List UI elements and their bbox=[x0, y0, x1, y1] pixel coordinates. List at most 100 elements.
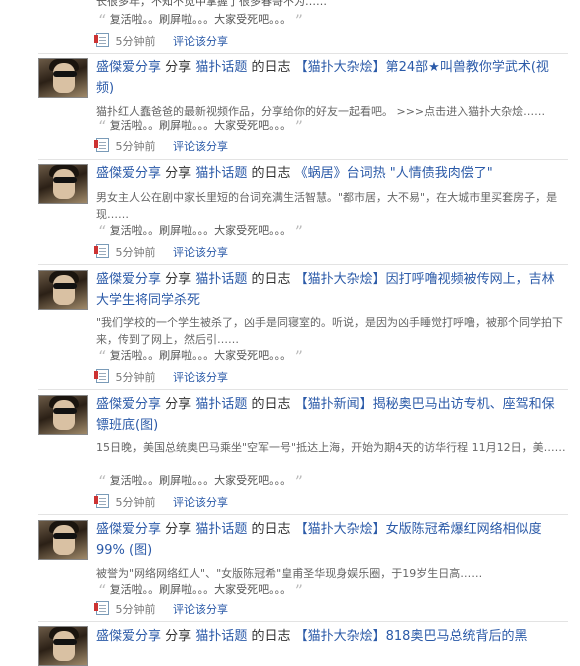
user-link[interactable]: 盛傑爱分享 bbox=[96, 60, 161, 75]
divider bbox=[38, 514, 568, 515]
divider bbox=[38, 159, 568, 160]
of-text: 的日志 bbox=[251, 397, 291, 412]
quote-open-icon: “ bbox=[98, 472, 107, 491]
item-desc: 被誉为"网络网络红人"、"女版陈冠希"皇甫圣华现身娱乐圈，于19岁生日高…… bbox=[96, 567, 483, 580]
note-icon bbox=[94, 33, 109, 47]
divider bbox=[38, 389, 568, 390]
note-icon bbox=[94, 601, 109, 615]
quote-open-icon: “ bbox=[98, 11, 107, 30]
comment-share-link[interactable]: 评论该分享 bbox=[173, 603, 228, 616]
of-text: 的日志 bbox=[251, 166, 291, 181]
item-desc: 15日晚，美国总统奥巴马乘坐"空军一号"抵达上海，开始为期4天的访华行程 11月… bbox=[96, 441, 566, 454]
note-icon bbox=[94, 138, 109, 152]
source-link[interactable]: 猫扑话题 bbox=[195, 166, 247, 181]
action-text: 分享 bbox=[165, 166, 192, 181]
divider bbox=[38, 264, 568, 265]
of-text: 的日志 bbox=[251, 522, 291, 537]
item-comment: “ 复活啦。。刷屏啦。。。大家受死吧。。。 ” bbox=[98, 117, 558, 136]
quote-close-icon: ” bbox=[294, 472, 303, 491]
of-text: 的日志 bbox=[251, 60, 291, 75]
item-title-line: 盛傑爱分享 分享 猫扑话题 的日志 【猫扑新闻】揭秘奥巴马出访专机、座驾和保镖班… bbox=[96, 394, 566, 436]
action-text: 分享 bbox=[165, 629, 192, 644]
comment-text: 复活啦。。刷屏啦。。。大家受死吧。。。 bbox=[109, 119, 292, 132]
source-link[interactable]: 猫扑话题 bbox=[195, 60, 247, 75]
item-comment: “ 复活啦。。刷屏啦。。。大家受死吧。。。 ” bbox=[98, 222, 558, 241]
avatar[interactable] bbox=[38, 58, 88, 98]
quote-close-icon: ” bbox=[294, 117, 303, 136]
previous-item-comment: “ 复活啦。。刷屏啦。。。大家受死吧。。。 ” bbox=[98, 11, 558, 30]
comment-text: 复活啦。。刷屏啦。。。大家受死吧。。。 bbox=[109, 474, 292, 487]
quote-close-icon: ” bbox=[294, 222, 303, 241]
quote-open-icon: “ bbox=[98, 222, 107, 241]
comment-share-link[interactable]: 评论该分享 bbox=[173, 140, 228, 153]
avatar[interactable] bbox=[38, 164, 88, 204]
item-meta: 5分钟前 评论该分享 bbox=[94, 369, 566, 386]
divider bbox=[38, 53, 568, 54]
post-time: 5分钟前 bbox=[115, 496, 156, 509]
post-time: 5分钟前 bbox=[115, 371, 156, 384]
item-comment: “ 复活啦。。刷屏啦。。。大家受死吧。。。 ” bbox=[98, 472, 558, 491]
comment-share-link[interactable]: 评论该分享 bbox=[173, 371, 228, 384]
divider bbox=[38, 621, 568, 622]
comment-text: 复活啦。。刷屏啦。。。大家受死吧。。。 bbox=[109, 13, 292, 26]
action-text: 分享 bbox=[165, 397, 192, 412]
action-text: 分享 bbox=[165, 60, 192, 75]
avatar[interactable] bbox=[38, 270, 88, 310]
user-link[interactable]: 盛傑爱分享 bbox=[96, 272, 161, 287]
item-title-line: 盛傑爱分享 分享 猫扑话题 的日志 【猫扑大杂烩】818奥巴马总统背后的黑 bbox=[96, 626, 566, 647]
post-time: 5分钟前 bbox=[115, 35, 156, 48]
note-icon bbox=[94, 494, 109, 508]
user-link[interactable]: 盛傑爱分享 bbox=[96, 166, 161, 181]
quote-open-icon: “ bbox=[98, 117, 107, 136]
quote-close-icon: ” bbox=[294, 581, 303, 600]
post-time: 5分钟前 bbox=[115, 140, 156, 153]
previous-item-desc: 长很多年，不知不觉中掌握了很多春哥不为…… bbox=[96, 0, 327, 8]
quote-close-icon: ” bbox=[294, 347, 303, 366]
item-comment: “ 复活啦。。刷屏啦。。。大家受死吧。。。 ” bbox=[98, 347, 558, 366]
item-meta: 5分钟前 评论该分享 bbox=[94, 494, 566, 511]
comment-text: 复活啦。。刷屏啦。。。大家受死吧。。。 bbox=[109, 583, 292, 596]
action-text: 分享 bbox=[165, 272, 192, 287]
avatar[interactable] bbox=[38, 626, 88, 666]
previous-item-meta: 5分钟前 评论该分享 bbox=[94, 33, 566, 50]
avatar[interactable] bbox=[38, 520, 88, 560]
source-link[interactable]: 猫扑话题 bbox=[195, 522, 247, 537]
comment-share-link[interactable]: 评论该分享 bbox=[173, 35, 228, 48]
item-title-line: 盛傑爱分享 分享 猫扑话题 的日志 《蜗居》台词热 "人情债我肉偿了" bbox=[96, 163, 566, 184]
post-title-link[interactable]: 【猫扑大杂烩】818奥巴马总统背后的黑 bbox=[295, 629, 528, 644]
item-meta: 5分钟前 评论该分享 bbox=[94, 601, 566, 618]
item-title-line: 盛傑爱分享 分享 猫扑话题 的日志 【猫扑大杂烩】女版陈冠希爆红网络相似度99%… bbox=[96, 519, 566, 561]
item-title-line: 盛傑爱分享 分享 猫扑话题 的日志 【猫扑大杂烩】第24部★叫兽教你学武术(视频… bbox=[96, 57, 566, 99]
user-link[interactable]: 盛傑爱分享 bbox=[96, 397, 161, 412]
item-meta: 5分钟前 评论该分享 bbox=[94, 138, 566, 155]
source-link[interactable]: 猫扑话题 bbox=[195, 629, 247, 644]
action-text: 分享 bbox=[165, 522, 192, 537]
item-meta: 5分钟前 评论该分享 bbox=[94, 244, 566, 261]
quote-open-icon: “ bbox=[98, 581, 107, 600]
comment-share-link[interactable]: 评论该分享 bbox=[173, 246, 228, 259]
item-desc: 猫扑红人蠢爸爸的最新视频作品，分享给你的好友一起看吧。 >>>点击进入猫扑大杂烩… bbox=[96, 105, 546, 118]
of-text: 的日志 bbox=[251, 629, 291, 644]
item-desc: 男女主人公在剧中家长里短的台词充满生活智慧。"都市居，大不易"，在大城市里买套房… bbox=[96, 191, 558, 221]
post-title-link[interactable]: 《蜗居》台词热 "人情债我肉偿了" bbox=[295, 166, 493, 181]
note-icon bbox=[94, 244, 109, 258]
of-text: 的日志 bbox=[251, 272, 291, 287]
note-icon bbox=[94, 369, 109, 383]
quote-open-icon: “ bbox=[98, 347, 107, 366]
item-title-line: 盛傑爱分享 分享 猫扑话题 的日志 【猫扑大杂烩】因打呼噜视频被传网上，吉林大学… bbox=[96, 269, 566, 311]
quote-close-icon: ” bbox=[294, 11, 303, 30]
comment-text: 复活啦。。刷屏啦。。。大家受死吧。。。 bbox=[109, 224, 292, 237]
source-link[interactable]: 猫扑话题 bbox=[195, 272, 247, 287]
comment-share-link[interactable]: 评论该分享 bbox=[173, 496, 228, 509]
post-time: 5分钟前 bbox=[115, 603, 156, 616]
item-comment: “ 复活啦。。刷屏啦。。。大家受死吧。。。 ” bbox=[98, 581, 558, 600]
user-link[interactable]: 盛傑爱分享 bbox=[96, 629, 161, 644]
user-link[interactable]: 盛傑爱分享 bbox=[96, 522, 161, 537]
item-desc: "我们学校的一个学生被杀了，凶手是同寝室的。听说，是因为凶手睡觉打呼噜，被那个同… bbox=[96, 316, 564, 346]
post-title-link[interactable]: 【猫扑大杂烩】女版陈冠希爆红网络相似度99% (图) bbox=[96, 522, 542, 558]
post-title-link[interactable]: 【猫扑大杂烩】第24部★叫兽教你学武术(视频) bbox=[96, 60, 549, 96]
post-time: 5分钟前 bbox=[115, 246, 156, 259]
avatar[interactable] bbox=[38, 395, 88, 435]
comment-text: 复活啦。。刷屏啦。。。大家受死吧。。。 bbox=[109, 349, 292, 362]
source-link[interactable]: 猫扑话题 bbox=[195, 397, 247, 412]
